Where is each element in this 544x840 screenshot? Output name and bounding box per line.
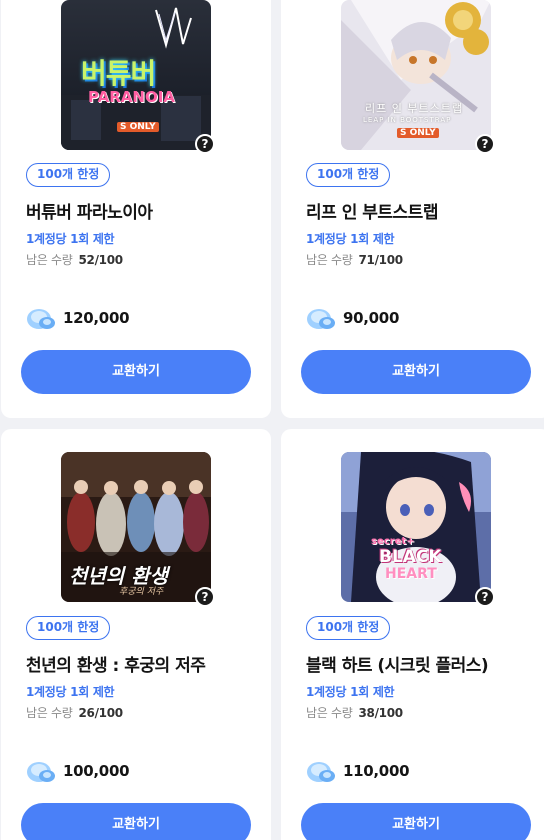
gem-currency-icon bbox=[27, 309, 55, 329]
product-title: 버튜버 파라노이아 bbox=[26, 203, 153, 223]
help-icon[interactable]: ? bbox=[195, 134, 215, 154]
exchange-button[interactable]: 교환하기 bbox=[301, 350, 531, 394]
thumb-only-tag: S ONLY bbox=[397, 128, 439, 138]
product-card: 리프 인 부트스트랩 LEAP IN BOOTSTRAP S ONLY ? 10… bbox=[281, 0, 544, 418]
help-icon[interactable]: ? bbox=[475, 587, 495, 607]
product-thumbnail-millennium-rebirth[interactable]: 천년의 환생 후궁의 저주 bbox=[61, 452, 211, 602]
product-card: secret+ BLACK HEART ? 100개 한정 블랙 하트 (시크릿… bbox=[281, 429, 544, 840]
remaining-quantity: 남은 수량 52/100 bbox=[26, 251, 123, 268]
help-icon[interactable]: ? bbox=[475, 134, 495, 154]
remaining-label: 남은 수량 bbox=[26, 706, 73, 720]
product-thumbnail-leap-in-bootstrap[interactable]: 리프 인 부트스트랩 LEAP IN BOOTSTRAP S ONLY bbox=[341, 0, 491, 150]
exchange-button[interactable]: 교환하기 bbox=[21, 350, 251, 394]
thumb-title: 리프 인 부트스트랩 bbox=[365, 102, 463, 115]
gem-currency-icon bbox=[307, 762, 335, 782]
product-title: 리프 인 부트스트랩 bbox=[306, 203, 438, 223]
remaining-count: 38/100 bbox=[358, 706, 403, 720]
remaining-count: 26/100 bbox=[78, 706, 123, 720]
gem-currency-icon bbox=[307, 309, 335, 329]
remaining-quantity: 남은 수량 26/100 bbox=[26, 704, 123, 721]
exchange-button[interactable]: 교환하기 bbox=[301, 803, 531, 840]
limited-badge: 100개 한정 bbox=[306, 163, 391, 187]
purchase-limit: 1계정당 1회 제한 bbox=[306, 232, 395, 246]
price-row: 90,000 bbox=[305, 304, 399, 332]
thumb-subtitle: PARANOIA bbox=[88, 88, 175, 106]
remaining-count: 52/100 bbox=[78, 253, 123, 267]
remaining-label: 남은 수량 bbox=[306, 706, 353, 720]
price: 90,000 bbox=[343, 309, 400, 327]
product-card: 버튜버 PARANOIA S ONLY ? 100개 한정 버튜버 파라노이아 … bbox=[1, 0, 271, 418]
thumb-only-tag: S ONLY bbox=[117, 122, 159, 132]
price-row: 110,000 bbox=[305, 757, 410, 785]
exchange-button[interactable]: 교환하기 bbox=[21, 803, 251, 840]
price: 110,000 bbox=[343, 762, 410, 780]
purchase-limit: 1계정당 1회 제한 bbox=[26, 685, 115, 699]
thumb-title: BLACK bbox=[379, 547, 442, 567]
price-row: 100,000 bbox=[25, 757, 130, 785]
limited-badge: 100개 한정 bbox=[306, 616, 391, 640]
gem-currency-icon bbox=[27, 762, 55, 782]
price-row: 120,000 bbox=[25, 304, 130, 332]
thumb-subtitle: LEAP IN BOOTSTRAP bbox=[363, 116, 452, 124]
purchase-limit: 1계정당 1회 제한 bbox=[306, 685, 395, 699]
purchase-limit: 1계정당 1회 제한 bbox=[26, 232, 115, 246]
price: 120,000 bbox=[63, 309, 130, 327]
thumb-title: 버튜버 bbox=[81, 57, 156, 90]
product-thumbnail-black-heart[interactable]: secret+ BLACK HEART bbox=[341, 452, 491, 602]
limited-badge: 100개 한정 bbox=[26, 616, 111, 640]
remaining-label: 남은 수량 bbox=[306, 253, 353, 267]
limited-badge: 100개 한정 bbox=[26, 163, 111, 187]
product-card: 천년의 환생 후궁의 저주 ? 100개 한정 천년의 환생 : 후궁의 저주 … bbox=[1, 429, 271, 840]
product-title: 천년의 환생 : 후궁의 저주 bbox=[26, 656, 206, 676]
product-title: 블랙 하트 (시크릿 플러스) bbox=[306, 656, 489, 676]
product-thumbnail-vtuber-paranoia[interactable]: 버튜버 PARANOIA S ONLY bbox=[61, 0, 211, 150]
price: 100,000 bbox=[63, 762, 130, 780]
thumb-subtitle: HEART bbox=[385, 566, 437, 582]
thumb-subtitle: 후궁의 저주 bbox=[119, 587, 164, 597]
remaining-quantity: 남은 수량 71/100 bbox=[306, 251, 403, 268]
remaining-count: 71/100 bbox=[358, 253, 403, 267]
thumb-secret-label: secret+ bbox=[371, 536, 415, 547]
help-icon[interactable]: ? bbox=[195, 587, 215, 607]
remaining-label: 남은 수량 bbox=[26, 253, 73, 267]
remaining-quantity: 남은 수량 38/100 bbox=[306, 704, 403, 721]
